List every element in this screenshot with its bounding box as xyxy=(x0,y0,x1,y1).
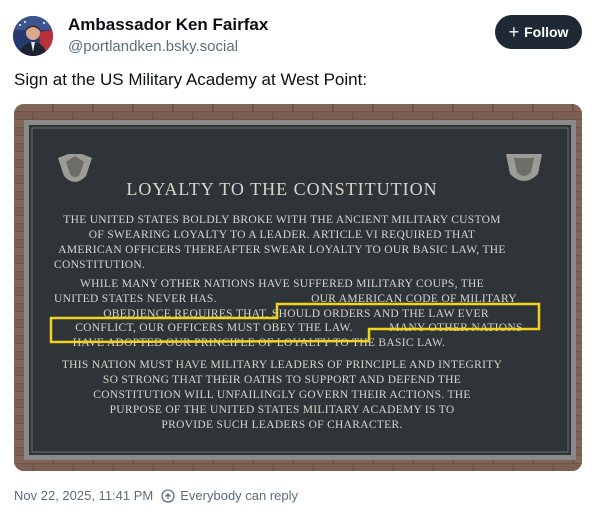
post-image[interactable]: LOYALTY TO THE CONSTITUTION THE UNITED S… xyxy=(14,104,582,471)
plaque-line: WHILE MANY OTHER NATIONS HAVE SUFFERED M… xyxy=(80,278,484,290)
post-footer: Nov 22, 2025, 11:41 PM Everybody can rep… xyxy=(14,488,298,503)
plaque-line: CONSTITUTION. xyxy=(54,259,145,271)
plaque-line: OF SWEARING LOYALTY TO A LEADER. ARTICLE… xyxy=(89,229,476,241)
plaque-line: PROVIDE SUCH LEADERS OF CHARACTER. xyxy=(161,419,402,431)
post-card: Ambassador Ken Fairfax @portlandken.bsky… xyxy=(0,0,602,519)
plaque-line: CONSTITUTION WILL UNFAILINGLY GOVERN THE… xyxy=(93,389,470,401)
post-timestamp[interactable]: Nov 22, 2025, 11:41 PM xyxy=(14,488,153,503)
reply-settings-icon xyxy=(161,488,175,503)
plaque-line: CONFLICT, OUR OFFICERS MUST OBEY THE LAW… xyxy=(75,322,353,334)
follow-label: Follow xyxy=(524,24,569,40)
plaque-line: THE UNITED STATES BOLDLY BROKE WITH THE … xyxy=(63,214,500,226)
plaque-title: LOYALTY TO THE CONSTITUTION xyxy=(126,179,437,199)
author-name[interactable]: Ambassador Ken Fairfax xyxy=(68,15,268,35)
reply-settings[interactable]: Everybody can reply xyxy=(161,488,298,503)
reply-setting-label: Everybody can reply xyxy=(180,488,299,503)
post-text: Sign at the US Military Academy at West … xyxy=(14,70,368,89)
avatar[interactable] xyxy=(13,16,53,56)
follow-button[interactable]: + Follow xyxy=(495,15,582,49)
plaque-line: UNITED STATES NEVER HAS. xyxy=(54,293,217,305)
plus-icon: + xyxy=(508,22,520,42)
avatar-photo xyxy=(13,16,53,56)
plaque-line: THIS NATION MUST HAVE MILITARY LEADERS O… xyxy=(62,359,503,371)
author-handle[interactable]: @portlandken.bsky.social xyxy=(68,38,238,55)
plaque-photo: LOYALTY TO THE CONSTITUTION THE UNITED S… xyxy=(14,104,582,471)
plaque-line: PURPOSE OF THE UNITED STATES MILITARY AC… xyxy=(110,404,455,416)
plaque-line: AMERICAN OFFICERS THEREAFTER SWEAR LOYAL… xyxy=(58,244,505,256)
plaque-line: SO STRONG THAT THEIR OATHS TO SUPPORT AN… xyxy=(103,374,461,386)
